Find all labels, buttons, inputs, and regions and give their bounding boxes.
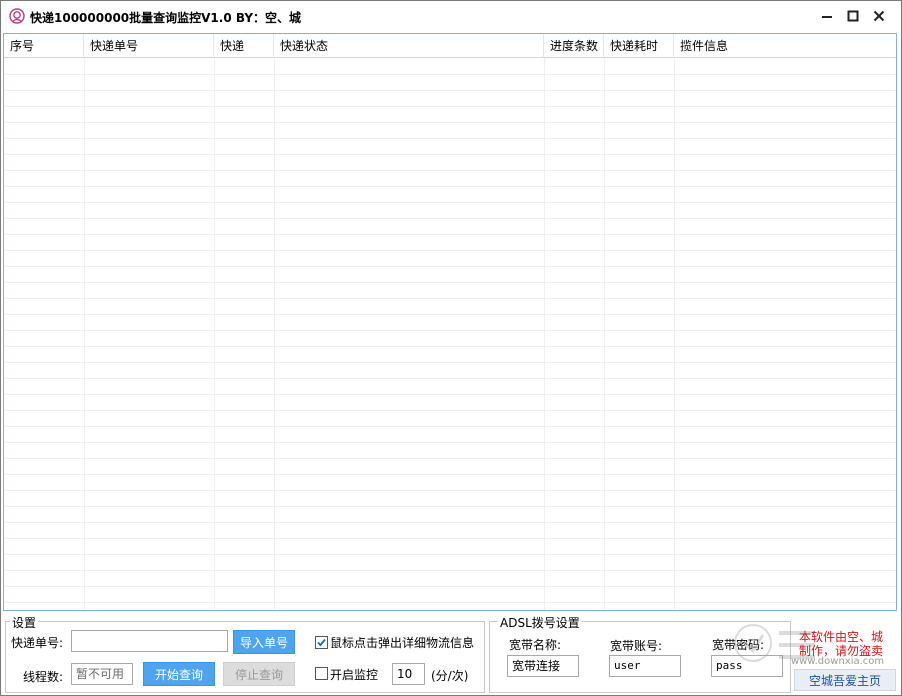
monitor-interval-unit: (分/次) [431,669,469,683]
settings-legend: 设置 [10,614,39,631]
threads-label: 线程数: [23,670,64,684]
popup-details-label[interactable]: 鼠标点击弹出详细物流信息 [330,634,474,651]
table-row [4,266,896,283]
tracking-list[interactable]: 序号 快递单号 快递 快递状态 进度条数 快递耗时 揽件信息 [3,33,897,611]
minimize-icon [822,16,832,18]
table-row [4,250,896,267]
table-row [4,298,896,315]
maximize-button[interactable] [842,6,864,26]
table-row [4,218,896,235]
table-row [4,74,896,91]
window-title: 快递100000000批量查询监控V1.0 BY：空、城 [30,11,302,25]
close-icon [873,10,885,22]
table-row [4,122,896,139]
table-row [4,394,896,411]
author-note-line2: 制作，请勿盗卖 [799,644,884,658]
checkmark-icon [317,638,326,647]
table-row [4,154,896,171]
table-row [4,330,896,347]
list-header: 序号 快递单号 快递 快递状态 进度条数 快递耗时 揽件信息 [4,34,896,58]
column-divider [604,58,605,610]
column-divider [274,58,275,610]
table-row [4,586,896,603]
stop-query-button: 停止查询 [223,662,295,686]
table-row [4,314,896,331]
column-header-duration[interactable]: 快递耗时 [604,34,674,58]
column-divider [544,58,545,610]
maximize-icon [847,10,859,22]
column-header-pickup-info[interactable]: 揽件信息 [674,34,896,58]
table-row [4,458,896,475]
table-row [4,378,896,395]
column-header-status[interactable]: 快递状态 [274,34,544,58]
monitor-interval-input[interactable]: 10 [392,663,425,685]
table-row [4,138,896,155]
table-row [4,474,896,491]
column-divider [84,58,85,610]
homepage-link[interactable]: 空城吾爱主页 [794,669,896,691]
table-row [4,282,896,299]
start-query-button[interactable]: 开始查询 [143,662,215,686]
broadband-account-label: 宽带账号: [610,639,663,653]
table-row [4,554,896,571]
enable-monitor-label[interactable]: 开启监控 [330,666,378,683]
column-divider [214,58,215,610]
table-row [4,538,896,555]
app-logo-icon [9,8,25,24]
minimize-button[interactable] [816,6,838,26]
tracking-number-input[interactable] [71,630,228,652]
column-header-tracking-number[interactable]: 快递单号 [84,34,214,58]
column-header-progress[interactable]: 进度条数 [544,34,604,58]
table-row [4,362,896,379]
enable-monitor-checkbox[interactable] [315,667,328,680]
adsl-legend: ADSL拨号设置 [498,614,582,631]
table-row [4,106,896,123]
table-row [4,570,896,587]
table-row [4,490,896,507]
tracking-number-label: 快递单号: [11,636,64,650]
table-row [4,202,896,219]
broadband-name-input[interactable]: 宽带连接 [507,655,579,677]
popup-details-checkbox[interactable] [315,636,328,649]
threads-input: 暂不可用 [71,663,133,685]
table-row [4,410,896,427]
table-row [4,234,896,251]
title-bar: 快递100000000批量查询监控V1.0 BY：空、城 [1,1,901,32]
column-header-courier[interactable]: 快递 [214,34,274,58]
table-row [4,186,896,203]
table-row [4,90,896,107]
table-row [4,602,896,610]
column-header-index[interactable]: 序号 [4,34,84,58]
close-button[interactable] [868,6,890,26]
broadband-name-label: 宽带名称: [509,638,562,652]
column-divider [674,58,675,610]
table-row [4,426,896,443]
broadband-account-input[interactable]: user [609,655,681,677]
main-window: 快递100000000批量查询监控V1.0 BY：空、城 序号 快递单号 快递 … [0,0,902,696]
table-row [4,506,896,523]
table-row [4,522,896,539]
list-body [4,58,896,610]
table-row [4,170,896,187]
table-row [4,58,896,75]
import-numbers-button[interactable]: 导入单号 [233,630,295,654]
table-row [4,346,896,363]
table-row [4,442,896,459]
